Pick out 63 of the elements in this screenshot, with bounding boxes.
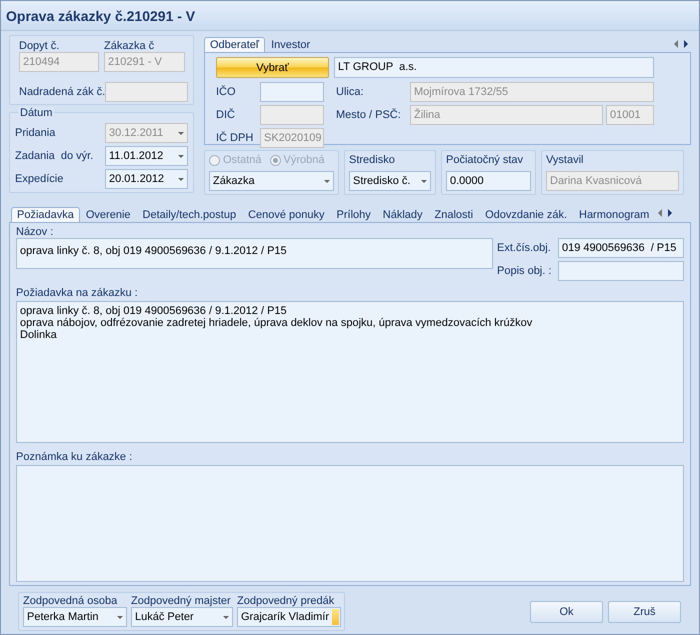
field-label: IČO — [216, 86, 237, 98]
text-area[interactable]: oprava linky č. 8, obj 019 4900569636 / 9.1.2012 / P15 oprava nábojov, odfrézovanie zadretej hriadele, úprava deklov na spojku, úprava vymedzovacích krúžkov Dolinka — [16, 301, 684, 443]
field-label: IČ DPH — [216, 132, 254, 144]
tab[interactable]: Odberateľ — [204, 37, 266, 52]
tab[interactable]: Detaily/tech.postup — [136, 207, 242, 222]
select-button[interactable]: Vybrať — [216, 57, 329, 78]
tab[interactable]: Prílohy — [330, 207, 377, 222]
text-area[interactable] — [16, 465, 684, 582]
dropdown[interactable]: Stredisko č. — [349, 171, 431, 191]
caret-icon — [178, 132, 184, 134]
tab[interactable]: Odovzdanie zák. — [479, 207, 573, 222]
dropdown[interactable]: Peterka Martin — [23, 607, 127, 627]
field-label: Vystavil — [546, 154, 584, 166]
scroll-left-icon[interactable] — [658, 209, 662, 217]
field-label: Ulica: — [336, 86, 365, 98]
group-legend: Dátum — [18, 107, 54, 119]
field-label: Poznámka ku zákazke : — [16, 451, 134, 463]
text-field[interactable]: 0.0000 — [446, 171, 531, 191]
field-label: Popis obj. : — [497, 265, 552, 277]
date-picker[interactable]: 11.01.2012 — [105, 146, 188, 166]
field-label: Počiatočný stav — [446, 154, 524, 166]
field-label: Zodpovedný majster — [131, 595, 232, 607]
caret-icon — [178, 178, 184, 180]
field-label: DIČ — [216, 109, 236, 121]
field-label: Ext.čís.obj. — [497, 242, 551, 254]
field-label: Zodpovedná osoba — [23, 595, 118, 607]
tab[interactable]: Investor — [265, 37, 316, 52]
text-field[interactable] — [558, 261, 684, 281]
tab[interactable]: Znalosti — [428, 207, 480, 222]
caret-icon — [421, 180, 427, 182]
tab[interactable]: Cenové ponuky — [242, 207, 331, 222]
field-label: Požiadavka na zákazku : — [16, 287, 139, 299]
tab[interactable]: Harmonogram — [573, 207, 656, 222]
tab[interactable]: Náklady — [376, 207, 429, 222]
field-label: Expedície — [15, 173, 64, 185]
field-label: Nadradená zák č. — [19, 86, 106, 98]
scroll-right-icon[interactable] — [684, 40, 688, 48]
date-picker[interactable]: 20.01.2012 — [105, 169, 188, 189]
caret-icon — [178, 154, 184, 158]
field-label: Zákazka č — [104, 40, 156, 52]
tab[interactable]: Overenie — [80, 207, 137, 222]
scroll-left-icon[interactable] — [674, 40, 678, 48]
dropdown[interactable]: Lukáč Peter — [131, 607, 233, 627]
text-field[interactable] — [105, 82, 188, 102]
tab[interactable]: Požiadavka — [11, 207, 80, 222]
text-field[interactable]: LT GROUP a.s. — [334, 57, 654, 78]
text-area[interactable]: oprava linky č. 8, obj 019 4900569636 / 9.1.2012 / P15 — [16, 238, 493, 269]
caret-icon — [324, 180, 330, 182]
text-field[interactable] — [260, 82, 324, 102]
field-label: Pridania — [15, 127, 56, 139]
field-label: Názov : — [16, 226, 54, 238]
field-label: Stredisko — [349, 154, 396, 166]
field-label: Dopyt č. — [19, 40, 60, 52]
dialog-button[interactable]: Ok — [530, 600, 603, 622]
scroll-right-icon[interactable] — [668, 209, 672, 217]
dialog-button[interactable]: Zruš — [608, 600, 681, 622]
field-label: Mesto / PSČ: — [336, 109, 402, 121]
text-field[interactable] — [260, 105, 324, 125]
window-title: Oprava zákazky č.210291 - V — [6, 8, 196, 24]
text-field[interactable]: 019 4900569636 / P15 — [558, 238, 684, 258]
field-label: Zodpovedný predák — [237, 595, 336, 607]
dropdown[interactable]: Grajcarík Vladimír — [237, 607, 341, 627]
field-label: Zadania do výr. — [15, 150, 94, 162]
